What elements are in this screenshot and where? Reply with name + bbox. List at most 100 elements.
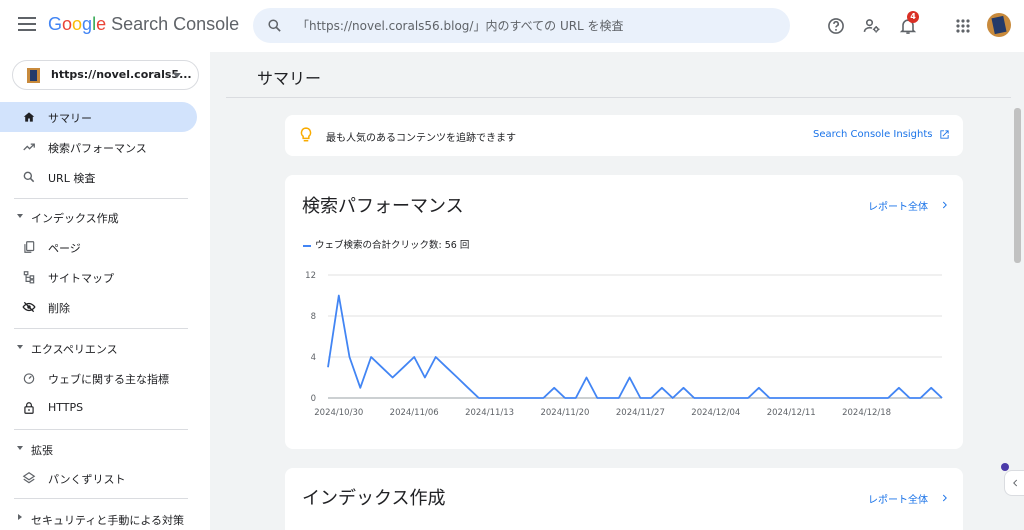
scrollbar-thumb[interactable] xyxy=(1014,108,1021,263)
data-point xyxy=(435,356,437,358)
data-point xyxy=(542,397,544,399)
sidebar-item-removals[interactable]: 削除 xyxy=(0,292,197,322)
notification-badge: 4 xyxy=(907,11,919,23)
data-point xyxy=(661,387,663,389)
indexing-report-link[interactable]: レポート全体 xyxy=(868,491,928,506)
data-point xyxy=(866,397,868,399)
sidebar: https://novel.corals5... サマリー 検索パフォーマンス … xyxy=(0,52,210,530)
data-point xyxy=(801,397,803,399)
data-point xyxy=(693,397,695,399)
data-point xyxy=(726,397,728,399)
data-point xyxy=(424,377,426,379)
sidebar-item-pages[interactable]: ページ xyxy=(0,232,197,262)
speed-icon xyxy=(23,373,35,384)
x-tick-label: 2024/11/27 xyxy=(616,408,665,418)
data-point xyxy=(532,397,534,399)
x-tick-label: 2024/12/11 xyxy=(767,408,816,418)
indexing-title: インデックス作成 xyxy=(302,488,446,509)
section-security[interactable]: セキュリティと手動による対策 xyxy=(0,507,197,530)
caret-down-icon xyxy=(17,345,23,349)
search-icon xyxy=(268,19,281,32)
product-logo[interactable]: Google Search Console xyxy=(48,14,239,35)
sitemap-icon xyxy=(23,271,35,284)
data-point xyxy=(941,397,943,399)
data-point xyxy=(586,377,588,379)
data-point xyxy=(349,356,351,358)
data-point xyxy=(919,397,921,399)
pages-icon xyxy=(24,241,35,253)
sidebar-item-performance[interactable]: 検索パフォーマンス xyxy=(0,132,197,162)
search-icon xyxy=(23,171,35,183)
data-point xyxy=(823,397,825,399)
property-favicon xyxy=(27,68,40,83)
divider xyxy=(14,328,188,329)
avatar[interactable] xyxy=(987,13,1011,37)
section-indexing[interactable]: インデックス作成 xyxy=(0,205,197,229)
page-title: サマリー xyxy=(257,69,322,88)
data-point xyxy=(844,397,846,399)
data-point xyxy=(629,377,631,379)
lock-icon xyxy=(24,402,34,414)
section-experience[interactable]: エクスペリエンス xyxy=(0,336,197,360)
data-point xyxy=(564,397,566,399)
data-point xyxy=(338,295,340,297)
data-point xyxy=(769,397,771,399)
data-point xyxy=(521,397,523,399)
x-tick-label: 2024/12/18 xyxy=(842,408,891,418)
search-input[interactable] xyxy=(297,8,777,43)
data-point xyxy=(682,387,684,389)
data-point xyxy=(747,397,749,399)
sidebar-item-url-inspection[interactable]: URL 検査 xyxy=(0,162,197,192)
chevron-right-icon[interactable] xyxy=(940,492,950,504)
side-panel-toggle[interactable] xyxy=(1004,470,1024,496)
series-line xyxy=(327,294,943,399)
caret-down-icon xyxy=(17,214,23,218)
y-tick-label: 8 xyxy=(311,312,316,322)
section-enhancements[interactable]: 拡張 xyxy=(0,437,197,461)
insights-banner: 最も人気のあるコンテンツを追跡できます Search Console Insig… xyxy=(285,115,963,156)
data-point xyxy=(855,397,857,399)
data-point xyxy=(650,397,652,399)
menu-icon[interactable] xyxy=(18,17,36,31)
data-point xyxy=(596,397,598,399)
sidebar-item-core-web-vitals[interactable]: ウェブに関する主な指標 xyxy=(0,363,197,393)
x-tick-label: 2024/11/13 xyxy=(465,408,514,418)
sidebar-item-breadcrumbs[interactable]: パンくずリスト xyxy=(0,463,197,493)
sidebar-item-summary[interactable]: サマリー xyxy=(0,102,197,132)
sidebar-item-sitemaps[interactable]: サイトマップ xyxy=(0,262,197,292)
data-point xyxy=(413,356,415,358)
divider xyxy=(226,97,1011,98)
data-point xyxy=(672,397,674,399)
data-point xyxy=(392,377,394,379)
data-point xyxy=(510,397,512,399)
performance-report-link[interactable]: レポート全体 xyxy=(868,198,928,213)
data-point xyxy=(909,397,911,399)
data-point xyxy=(833,397,835,399)
open-in-new-icon[interactable] xyxy=(939,129,950,140)
property-selector[interactable]: https://novel.corals5... xyxy=(12,60,199,90)
divider xyxy=(14,198,188,199)
sidebar-item-https[interactable]: HTTPS xyxy=(0,393,197,423)
y-tick-label: 4 xyxy=(311,353,316,363)
x-tick-label: 2024/12/04 xyxy=(691,408,740,418)
apps-icon[interactable] xyxy=(953,16,973,36)
x-tick-label: 2024/11/06 xyxy=(390,408,439,418)
help-icon[interactable] xyxy=(826,16,846,36)
data-point xyxy=(499,397,501,399)
data-point xyxy=(553,387,555,389)
data-point xyxy=(467,387,469,389)
visibility-off-icon xyxy=(22,301,36,313)
clicks-line-chart: 0 4 8 12 2024/10/30 2024/11/06 2024/11/13 2024/… xyxy=(305,271,943,418)
property-url: https://novel.corals5... xyxy=(51,68,192,81)
y-tick-label: 0 xyxy=(311,394,316,404)
data-point xyxy=(758,387,760,389)
data-point xyxy=(715,397,717,399)
insights-link[interactable]: Search Console Insights xyxy=(813,129,933,140)
data-point xyxy=(618,397,620,399)
chevron-right-icon[interactable] xyxy=(940,199,950,211)
data-point xyxy=(704,397,706,399)
data-point xyxy=(790,397,792,399)
manage-users-icon[interactable] xyxy=(862,16,882,36)
url-inspection-search xyxy=(253,8,790,43)
divider xyxy=(14,429,188,430)
